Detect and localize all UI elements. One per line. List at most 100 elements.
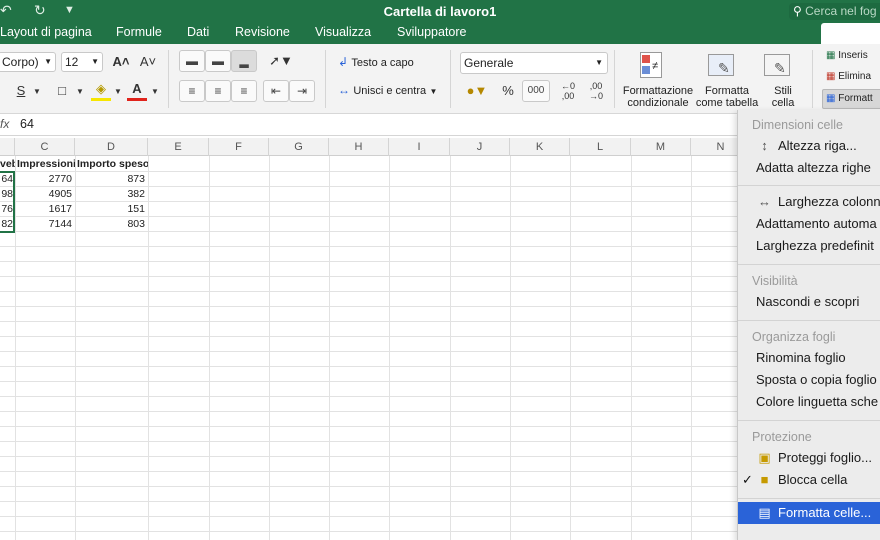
fill-color-icon[interactable]: ◈	[90, 80, 112, 98]
increase-decimal-icon[interactable]: ←0,00	[555, 81, 581, 101]
table-cell[interactable]: 7144	[15, 217, 75, 232]
currency-icon[interactable]: ●▼	[460, 82, 494, 100]
merge-center-label: Unisci e centra	[353, 85, 427, 97]
formula-input[interactable]: 64	[20, 117, 34, 131]
format-dropdown-menu: Dimensioni celle ↕ Altezza riga... Adatt…	[737, 110, 880, 540]
menu-item-autofit-columns[interactable]: Adattamento automa	[738, 213, 880, 235]
tab-review[interactable]: Revisione	[235, 25, 290, 39]
font-color-swatch	[127, 98, 147, 101]
conditional-format-label[interactable]: Formattazione condizionale	[618, 85, 698, 109]
number-format-value: Generale	[464, 56, 514, 70]
menu-item-autofit-rows[interactable]: Adatta altezza righe	[738, 157, 880, 179]
column-header[interactable]: I	[389, 138, 450, 156]
cell-styles-label[interactable]: Stili cella	[760, 85, 806, 109]
tab-formulas[interactable]: Formule	[116, 25, 162, 39]
chevron-down-icon[interactable]: ▼	[33, 83, 41, 101]
search-placeholder: Cerca nel fog	[805, 4, 877, 18]
menu-item-rename-sheet[interactable]: Rinomina foglio	[738, 347, 880, 369]
underline-button[interactable]: S	[14, 82, 28, 100]
menu-item-protect-sheet[interactable]: ▣ Proteggi foglio...	[738, 447, 880, 469]
menu-section-cell-size: Dimensioni celle	[752, 118, 844, 132]
column-header[interactable]: L	[570, 138, 631, 156]
delete-button[interactable]: ▦ Elimina	[826, 71, 871, 82]
column-header[interactable]: F	[209, 138, 269, 156]
fx-icon[interactable]: fx	[0, 117, 9, 131]
table-cell[interactable]: 4905	[15, 187, 75, 202]
cell-styles-icon[interactable]: ✎	[764, 54, 798, 80]
number-format-select[interactable]: Generale ▼	[460, 52, 608, 74]
table-header-cell[interactable]: veb	[0, 157, 15, 172]
column-header[interactable]: C	[15, 138, 75, 156]
align-middle-icon[interactable]: ▬	[205, 50, 231, 72]
table-cell[interactable]: 803	[75, 217, 148, 232]
font-size-select[interactable]: 12 ▼	[61, 52, 103, 72]
ribbon: Corpo) ▼ 12 ▼ A˄ A˅ S ▼ □ ▼ ◈ ▼ A ▼ ▬ ▬ …	[0, 44, 880, 114]
chevron-down-icon[interactable]: ▼	[76, 83, 84, 101]
decrease-decimal-icon[interactable]: ,00 →0	[583, 81, 609, 101]
column-header[interactable]: G	[269, 138, 329, 156]
table-header-cell[interactable]: Importo speso	[75, 157, 148, 172]
table-cell[interactable]: 151	[75, 202, 148, 217]
format-button[interactable]: ▦ Formatt	[822, 89, 880, 109]
percent-button[interactable]: %	[498, 82, 518, 100]
menu-item-move-copy-sheet[interactable]: Sposta o copia foglio	[738, 369, 880, 391]
column-header[interactable]: D	[75, 138, 148, 156]
format-table-icon[interactable]: ✎	[708, 54, 742, 80]
border-icon[interactable]: □	[50, 82, 74, 100]
conditional-format-icon[interactable]: ≠	[640, 52, 670, 80]
wrap-text-label: Testo a capo	[351, 57, 414, 69]
merge-center-button[interactable]: ↔ Unisci e centra ▼	[338, 83, 437, 97]
delete-icon: ▦	[826, 71, 836, 82]
align-left-icon[interactable]: ≡	[179, 80, 205, 102]
fill-color-swatch	[91, 98, 111, 101]
tab-home-partial[interactable]	[821, 23, 880, 44]
menu-item-column-width[interactable]: ↔ Larghezza colonn	[738, 191, 880, 213]
font-name-select[interactable]: Corpo) ▼	[0, 52, 56, 72]
lock-icon: ■	[760, 472, 769, 487]
search-field[interactable]: ⚲ Cerca nel fog	[789, 3, 880, 20]
format-cells-icon: ▤	[758, 505, 771, 520]
tab-data[interactable]: Dati	[187, 25, 209, 39]
tab-page-layout[interactable]: Layout di pagina	[0, 25, 92, 39]
insert-button[interactable]: ▦ Inseris	[826, 50, 868, 61]
selection-range[interactable]	[0, 171, 15, 233]
font-color-icon[interactable]: A	[126, 80, 148, 98]
align-center-icon[interactable]: ≡	[205, 80, 231, 102]
tab-view[interactable]: Visualizza	[315, 25, 371, 39]
column-header[interactable]	[0, 138, 15, 156]
table-cell[interactable]: 2770	[15, 172, 75, 187]
grow-font-button[interactable]: A˄	[109, 53, 133, 71]
increase-indent-icon[interactable]: ⇥	[289, 80, 315, 102]
column-header[interactable]: J	[450, 138, 510, 156]
align-right-icon[interactable]: ≡	[231, 80, 257, 102]
tab-developer[interactable]: Sviluppatore	[397, 25, 467, 39]
column-header[interactable]: H	[329, 138, 389, 156]
chevron-down-icon[interactable]: ▼	[151, 83, 159, 101]
font-name-value: Corpo)	[2, 55, 39, 69]
menu-item-tab-color[interactable]: Colore linguetta sche	[738, 391, 880, 413]
column-header[interactable]: K	[510, 138, 570, 156]
menu-item-format-cells[interactable]: ▤ Formatta celle...	[738, 502, 880, 524]
text-orientation-icon[interactable]: ➚▼	[266, 52, 296, 70]
menu-item-row-height[interactable]: ↕ Altezza riga...	[738, 135, 880, 157]
column-header[interactable]: E	[148, 138, 209, 156]
divider	[812, 50, 813, 108]
format-table-label[interactable]: Formatta come tabella	[690, 85, 764, 109]
menu-item-lock-cell[interactable]: ✓ ■ Blocca cella	[738, 469, 880, 491]
shrink-font-button[interactable]: A˅	[136, 53, 160, 71]
column-header[interactable]: M	[631, 138, 691, 156]
align-top-icon[interactable]: ▬	[179, 50, 205, 72]
thousands-separator-button[interactable]: 000	[522, 80, 550, 102]
table-cell[interactable]: 1617	[15, 202, 75, 217]
table-cell[interactable]: 382	[75, 187, 148, 202]
decrease-indent-icon[interactable]: ⇤	[263, 80, 289, 102]
table-cell[interactable]: 873	[75, 172, 148, 187]
menu-section-organize: Organizza fogli	[752, 330, 836, 344]
chevron-down-icon[interactable]: ▼	[114, 83, 122, 101]
table-header-cell[interactable]: Impressioni	[15, 157, 75, 172]
checkmark-icon: ✓	[742, 472, 753, 487]
wrap-text-button[interactable]: ↲ Testo a capo	[338, 55, 414, 69]
menu-item-default-width[interactable]: Larghezza predefinit	[738, 235, 880, 257]
menu-item-hide-show[interactable]: Nascondi e scopri	[738, 291, 880, 313]
align-bottom-icon[interactable]: ▂	[231, 50, 257, 72]
